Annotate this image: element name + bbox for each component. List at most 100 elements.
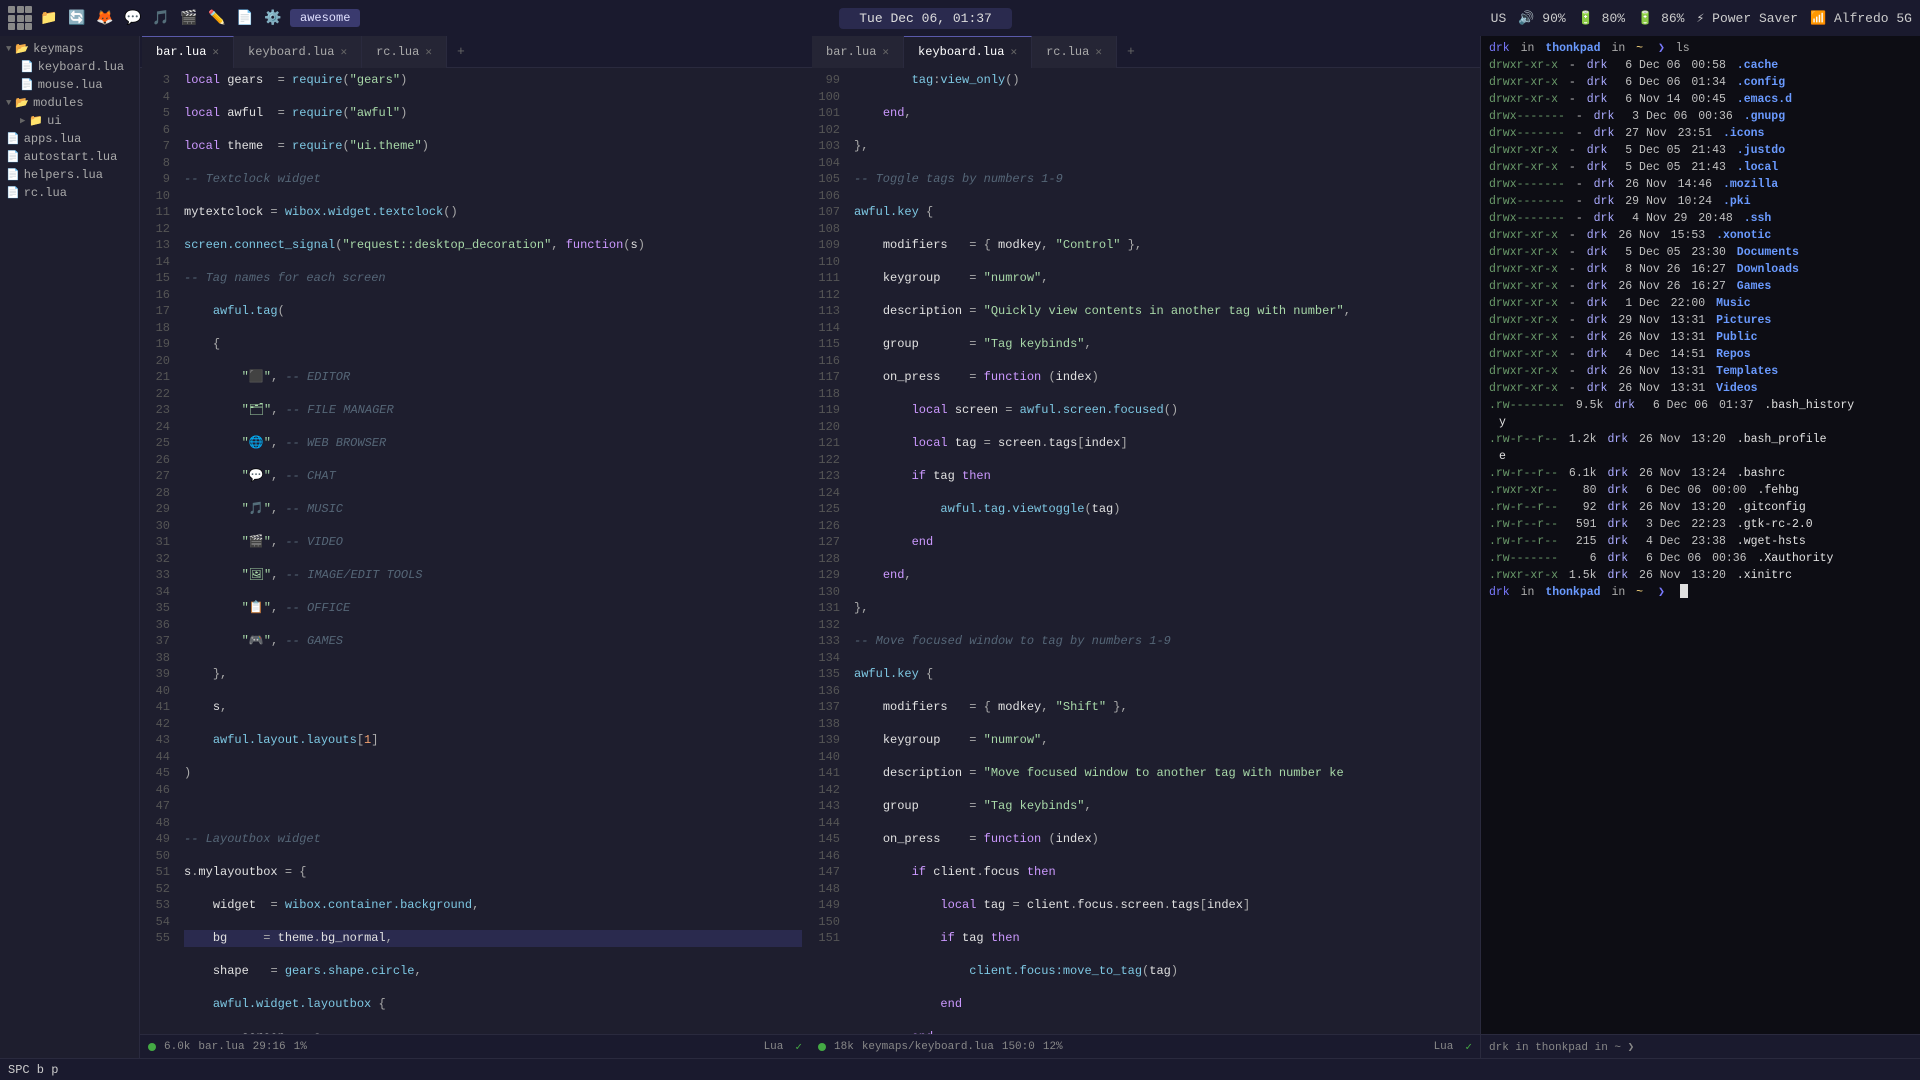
left-code-content: 3456789101112131415161718192021222324252… (140, 68, 810, 1034)
term-line-pictures: drwxr-xr-x - drk 29 Nov 13:31 Pictures (1489, 312, 1912, 329)
left-editor-tabs: bar.lua ✕ keyboard.lua ✕ rc.lua ✕ + (140, 36, 810, 68)
cmdline-text: SPC b p (8, 1063, 58, 1077)
left-tab-keyboard-lua-close[interactable]: ✕ (340, 45, 347, 59)
volume-indicator: 🔊 90% (1518, 11, 1565, 26)
topbar-datetime: Tue Dec 06, 01:37 (839, 8, 1012, 29)
music-icon[interactable]: 🎵 (150, 7, 172, 29)
term-line-xonotic: drwxr-xr-x - drk 26 Nov 15:53 .xonotic (1489, 227, 1912, 244)
term-line-xinitrc: .rwxr-xr-x 1.5k drk 26 Nov 13:20 .xinitr… (1489, 567, 1912, 584)
right-editor-tabs: bar.lua ✕ keyboard.lua ✕ rc.lua ✕ + (810, 36, 1480, 68)
term-line-mozilla: drwx------- - drk 26 Nov 14:46 .mozilla (1489, 176, 1912, 193)
main-area: ▼ 📂 keymaps 📄 keyboard.lua 📄 mouse.lua ▼… (0, 36, 1920, 1058)
term-line-xauth: .rw------- 6 drk 6 Dec 06 00:36 .Xauthor… (1489, 550, 1912, 567)
term-line-bashrc: .rw-r--r-- 6.1k drk 26 Nov 13:24 .bashrc (1489, 465, 1912, 482)
right-tab-keyboard-lua-close[interactable]: ✕ (1010, 45, 1017, 59)
locale-indicator: US (1491, 11, 1507, 26)
wifi-indicator: 📶 Alfredo 5G (1810, 11, 1912, 26)
term-line-repos: drwxr-xr-x - drk 4 Dec 14:51 Repos (1489, 346, 1912, 363)
left-tab-rc-lua-close[interactable]: ✕ (425, 45, 432, 59)
term-line-cache: drwxr-xr-x - drk 6 Dec 06 00:58 .cache (1489, 57, 1912, 74)
topbar: 📁 🔄 🦊 💬 🎵 🎬 ✏️ 📄 ⚙️ awesome Tue Dec 06, … (0, 0, 1920, 36)
term-line-gitconfig: .rw-r--r-- 92 drk 26 Nov 13:20 .gitconfi… (1489, 499, 1912, 516)
term-line-bash-profile2: e (1489, 448, 1912, 465)
sidebar-item-rc-lua[interactable]: 📄 rc.lua (0, 184, 139, 202)
right-tab-add[interactable]: + (1117, 40, 1145, 63)
left-code-text: local gears = require("gears") local awf… (176, 68, 810, 1034)
term-prompt-line2: drk in thonkpad in ~ ❯ (1489, 584, 1912, 601)
sidebar-item-helpers-lua[interactable]: 📄 helpers.lua (0, 166, 139, 184)
term-line-public: drwxr-xr-x - drk 26 Nov 13:31 Public (1489, 329, 1912, 346)
apps-grid-icon[interactable] (8, 6, 32, 30)
term-line-videos: drwxr-xr-x - drk 26 Nov 13:31 Videos (1489, 380, 1912, 397)
right-status-filename: keymaps/keyboard.lua (862, 1041, 994, 1053)
left-code-panel: 3456789101112131415161718192021222324252… (140, 68, 810, 1034)
left-tab-keyboard-lua[interactable]: keyboard.lua ✕ (234, 36, 362, 68)
right-statusbar-right: Lua ✓ (1434, 1040, 1472, 1054)
left-tab-bar-lua-close[interactable]: ✕ (212, 45, 219, 59)
terminal-panel: drk in thonkpad in ~ ❯ ls drwxr-xr-x - d… (1480, 36, 1920, 1058)
bottom-cmdline: SPC b p (0, 1058, 1920, 1080)
term-line-documents: drwxr-xr-x - drk 5 Dec 05 23:30 Document… (1489, 244, 1912, 261)
battery1-indicator: 🔋 80% (1578, 11, 1625, 26)
term-line-config: drwxr-xr-x - drk 6 Dec 06 01:34 .config (1489, 74, 1912, 91)
right-tab-bar-lua-close[interactable]: ✕ (882, 45, 889, 59)
topbar-left: 📁 🔄 🦊 💬 🎵 🎬 ✏️ 📄 ⚙️ awesome (8, 6, 360, 30)
term-line-templates: drwxr-xr-x - drk 26 Nov 13:31 Templates (1489, 363, 1912, 380)
right-statusbar-left: 18k keymaps/keyboard.lua 150:0 12% (818, 1041, 1063, 1053)
right-tab-rc-lua-close[interactable]: ✕ (1095, 45, 1102, 59)
sidebar-item-ui[interactable]: ▶ 📁 ui (0, 112, 139, 130)
right-tab-bar-lua[interactable]: bar.lua ✕ (812, 36, 904, 68)
left-tab-bar-lua[interactable]: bar.lua ✕ (142, 36, 234, 68)
term-line-pki: drwx------- - drk 29 Nov 10:24 .pki (1489, 193, 1912, 210)
left-tab-rc-lua[interactable]: rc.lua ✕ (362, 36, 447, 68)
left-status-size: 6.0k (164, 1041, 190, 1053)
left-editor: bar.lua ✕ keyboard.lua ✕ rc.lua ✕ + 3456… (140, 36, 810, 1058)
sidebar-item-modules[interactable]: ▼ 📂 modules (0, 94, 139, 112)
topbar-right: US 🔊 90% 🔋 80% 🔋 86% ⚡ Power Saver 📶 Alf… (1491, 11, 1912, 26)
chat-icon[interactable]: 💬 (122, 7, 144, 29)
right-status-percent: 12% (1043, 1041, 1063, 1053)
left-status-dot (148, 1043, 156, 1051)
left-statusbar: 6.0k bar.lua 29:16 1% Lua ✓ (140, 1034, 810, 1058)
edit-icon[interactable]: ✏️ (206, 7, 228, 29)
right-statusbar: 18k keymaps/keyboard.lua 150:0 12% Lua ✓ (810, 1034, 1480, 1058)
terminal-statusbar: drk in thonkpad in ~ ❯ (1481, 1034, 1920, 1058)
right-status-position: 150:0 (1002, 1041, 1035, 1053)
term-line-local: drwxr-xr-x - drk 5 Dec 05 21:43 .local (1489, 159, 1912, 176)
term-line-gtk: .rw-r--r-- 591 drk 3 Dec 22:23 .gtk-rc-2… (1489, 516, 1912, 533)
left-status-percent: 1% (294, 1041, 307, 1053)
left-statusbar-right: Lua ✓ (764, 1040, 802, 1054)
files-icon[interactable]: 📁 (38, 7, 60, 29)
term-line-ssh: drwx------- - drk 4 Nov 29 20:48 .ssh (1489, 210, 1912, 227)
reload-icon[interactable]: 🔄 (66, 7, 88, 29)
sidebar: ▼ 📂 keymaps 📄 keyboard.lua 📄 mouse.lua ▼… (0, 36, 140, 1058)
right-tab-rc-lua[interactable]: rc.lua ✕ (1032, 36, 1117, 68)
terminal-content: drk in thonkpad in ~ ❯ ls drwxr-xr-x - d… (1481, 36, 1920, 1034)
term-line-justdo: drwxr-xr-x - drk 5 Dec 05 21:43 .justdo (1489, 142, 1912, 159)
term-line-bash-profile: .rw-r--r-- 1.2k drk 26 Nov 13:20 .bash_p… (1489, 431, 1912, 448)
left-tab-add[interactable]: + (447, 40, 475, 63)
term-line-downloads: drwxr-xr-x - drk 8 Nov 26 16:27 Download… (1489, 261, 1912, 278)
settings-icon[interactable]: ⚙️ (262, 7, 284, 29)
sidebar-item-mouse-lua[interactable]: 📄 mouse.lua (0, 76, 139, 94)
files2-icon[interactable]: 📄 (234, 7, 256, 29)
term-line-emacs: drwxr-xr-x - drk 6 Nov 14 00:45 .emacs.d (1489, 91, 1912, 108)
sidebar-item-autostart-lua[interactable]: 📄 autostart.lua (0, 148, 139, 166)
left-status-check: ✓ (795, 1040, 802, 1054)
sidebar-item-apps-lua[interactable]: 📄 apps.lua (0, 130, 139, 148)
term-line-gnupg: drwx------- - drk 3 Dec 06 00:36 .gnupg (1489, 108, 1912, 125)
right-tab-keyboard-lua[interactable]: keyboard.lua ✕ (904, 36, 1032, 68)
sidebar-item-keyboard-lua[interactable]: 📄 keyboard.lua (0, 58, 139, 76)
right-line-numbers: 9910010110210310410510610710810911011111… (810, 68, 846, 1034)
awesome-tag[interactable]: awesome (290, 9, 360, 27)
term-prompt-line-drk: drk in thonkpad in ~ ❯ ls (1489, 40, 1912, 57)
sidebar-item-keymaps[interactable]: ▼ 📂 keymaps (0, 40, 139, 58)
left-statusbar-left: 6.0k bar.lua 29:16 1% (148, 1041, 307, 1053)
term-line-wget: .rw-r--r-- 215 drk 4 Dec 23:38 .wget-hst… (1489, 533, 1912, 550)
right-code-content: 9910010110210310410510610710810911011111… (810, 68, 1480, 1034)
firefox-icon[interactable]: 🦊 (94, 7, 116, 29)
left-status-position: 29:16 (253, 1041, 286, 1053)
left-line-numbers: 3456789101112131415161718192021222324252… (140, 68, 176, 1034)
media-icon[interactable]: 🎬 (178, 7, 200, 29)
terminal-status-text: drk in thonkpad in ~ ❯ (1489, 1040, 1634, 1054)
